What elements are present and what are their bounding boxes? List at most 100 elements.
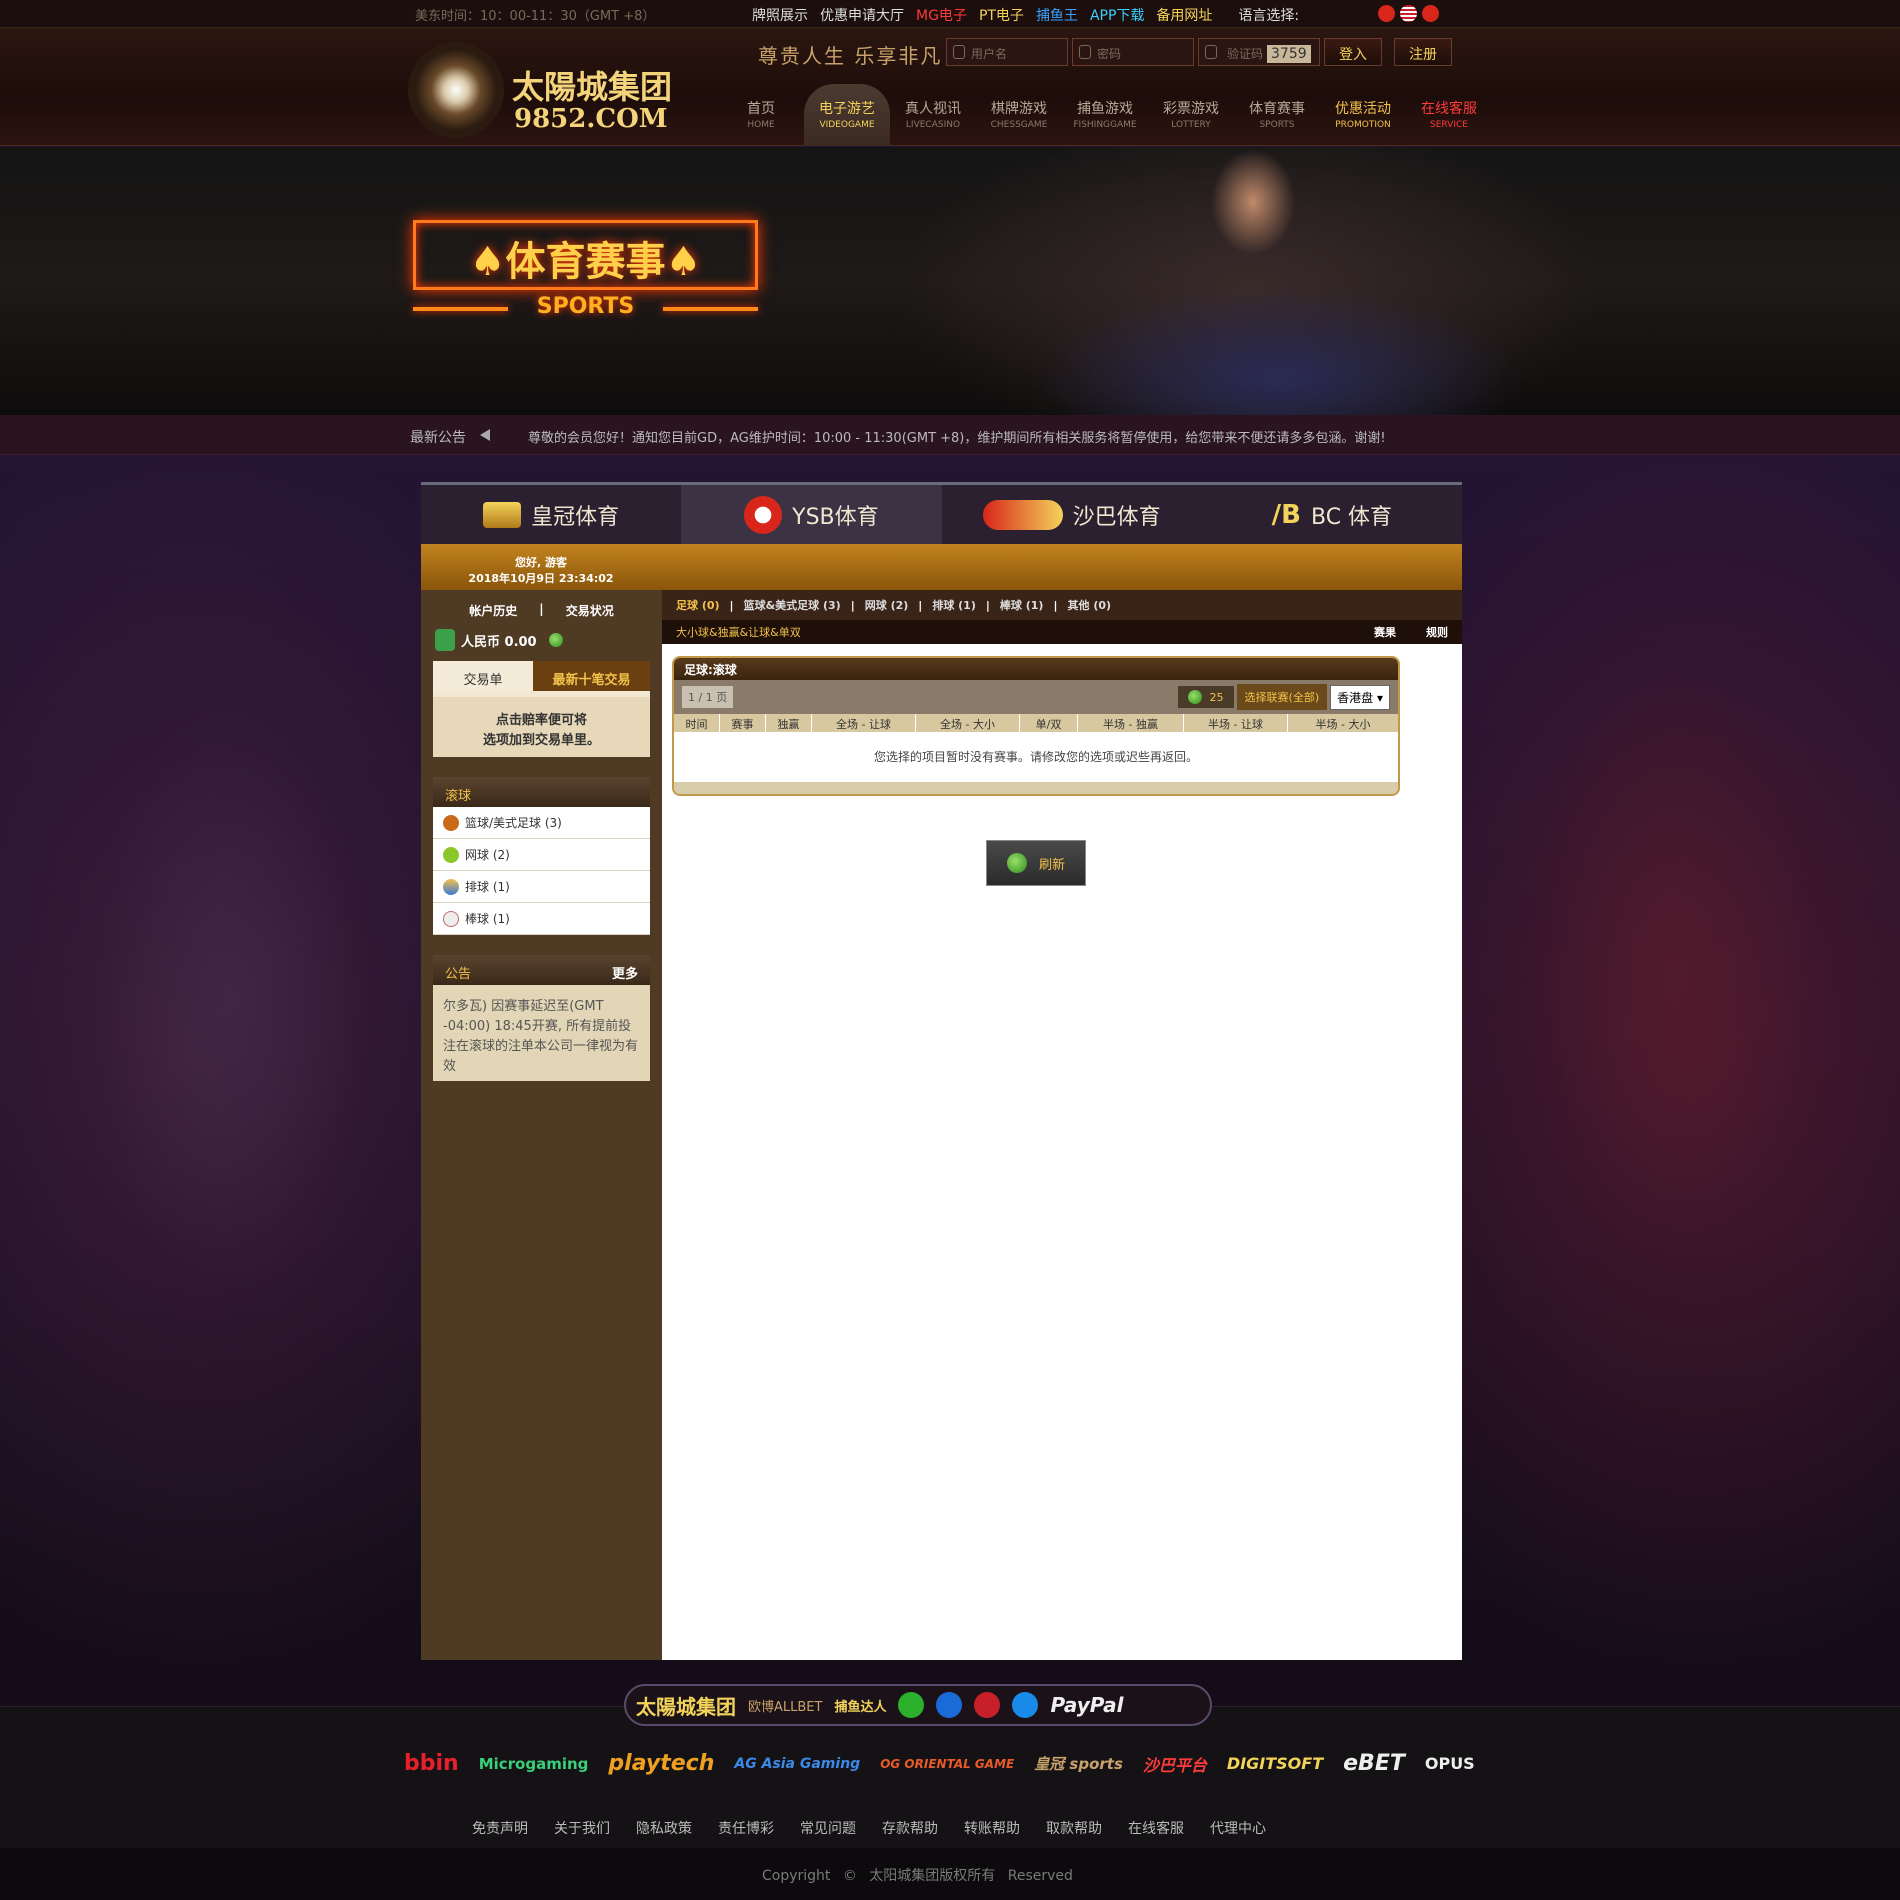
col-header: 独赢: [766, 714, 812, 732]
hint-line: 点击赔率便可将: [495, 713, 587, 728]
user-icon: [953, 45, 965, 59]
tab-crown-sports[interactable]: 皇冠体育: [421, 485, 681, 544]
footer-link-disclaimer[interactable]: 免责声明: [472, 1818, 528, 1838]
refresh-icon: [1187, 690, 1202, 704]
refresh-icon: [1006, 853, 1027, 873]
announcement-text[interactable]: 尊敬的会员您好！通知您目前GD，AG维护时间：10:00 - 11:30(GMT…: [528, 427, 1386, 446]
col-header: 半场 - 让球: [1184, 714, 1288, 732]
odds-table-box: 足球:滚球 1 / 1 页 25 选择联赛(全部) 香港盘 ▾ 时间 赛事 独赢…: [672, 656, 1400, 796]
money-icon: [435, 629, 455, 651]
announcement-label: 最新公告: [410, 430, 466, 446]
subtab-basketball[interactable]: 篮球&美式足球 (3): [744, 597, 841, 613]
footer-link-deposit[interactable]: 存款帮助: [882, 1818, 938, 1838]
greeting: 您好, 游客 2018年10月9日 23:34:02: [421, 544, 661, 590]
live-item-basketball[interactable]: 篮球/美式足球 (3): [433, 807, 650, 839]
footer-link-responsible[interactable]: 责任博彩: [718, 1818, 774, 1838]
nav-promotion[interactable]: 优惠活动 PROMOTION: [1320, 84, 1406, 146]
live-item-tennis[interactable]: 网球 (2): [433, 839, 650, 871]
tab-saba-sports[interactable]: 沙巴体育: [942, 485, 1202, 544]
nav-label: 捕鱼游戏: [1077, 101, 1133, 117]
live-item-baseball[interactable]: 棒球 (1): [433, 903, 650, 935]
nav-home[interactable]: 首页 HOME: [718, 84, 804, 146]
top-link-fishing[interactable]: 捕鱼王: [1036, 5, 1078, 25]
bet-type-bar: 大小球&独赢&让球&单双 赛果 规则: [662, 620, 1462, 644]
site-logo[interactable]: 太陽城集团 9852.COM: [408, 42, 678, 138]
footer-link-withdraw[interactable]: 取款帮助: [1046, 1818, 1102, 1838]
refresh-balance-icon[interactable]: [548, 633, 563, 647]
left-player-artwork: [0, 560, 410, 1460]
username-input[interactable]: 用户名: [946, 38, 1068, 66]
top-link-mg[interactable]: MG电子: [916, 5, 967, 25]
balance-value: 人民币 0.00: [461, 634, 537, 650]
footer-link-about[interactable]: 关于我们: [554, 1818, 610, 1838]
nav-videogame[interactable]: 电子游艺 VIDEOGAME: [804, 84, 890, 146]
login-button[interactable]: 登入: [1324, 38, 1382, 66]
nav-service[interactable]: 在线客服 SERVICE: [1406, 84, 1492, 146]
account-history-link[interactable]: 帐户历史: [469, 602, 517, 619]
pager[interactable]: 1 / 1 页: [682, 686, 734, 708]
trade-status-link[interactable]: 交易状况: [566, 602, 614, 619]
top-link-backup[interactable]: 备用网址: [1156, 5, 1212, 25]
microgaming-logo: Microgaming: [478, 1754, 589, 1773]
live-item-volleyball[interactable]: 排球 (1): [433, 871, 650, 903]
nav-sublabel: CHESSGAME: [990, 120, 1048, 130]
bet-type-label[interactable]: 大小球&独赢&让球&单双: [676, 624, 801, 640]
ebet-logo: eBET: [1343, 1751, 1405, 1776]
nav-lottery[interactable]: 彩票游戏 LOTTERY: [1148, 84, 1234, 146]
captcha-input[interactable]: 验证码 3759: [1198, 38, 1320, 66]
top-link-app[interactable]: APP下载: [1090, 5, 1144, 25]
nav-chessgame[interactable]: 棋牌游戏 CHESSGAME: [976, 84, 1062, 146]
odds-type-select[interactable]: 香港盘 ▾: [1330, 684, 1390, 710]
timer-value: 25: [1209, 690, 1224, 704]
tab-bet-slip[interactable]: 交易单: [433, 661, 533, 691]
nav-sports[interactable]: 体育赛事 SPORTS: [1234, 84, 1320, 146]
top-link-pt[interactable]: PT电子: [979, 5, 1024, 25]
tab-ysb-sports[interactable]: YSB体育: [681, 485, 942, 544]
col-header: 全场 - 让球: [812, 714, 916, 732]
nav-fishinggame[interactable]: 捕鱼游戏 FISHINGGAME: [1062, 84, 1148, 146]
news-text: 尔多瓦) 因赛事延迟至(GMT -04:00) 18:45开赛, 所有提前投注在…: [433, 985, 650, 1081]
results-link[interactable]: 赛果: [1374, 624, 1396, 640]
bet-slip-tabs: 交易单 最新十笔交易: [433, 661, 650, 691]
announcement-bar: 最新公告 尊敬的会员您好！通知您目前GD，AG维护时间：10:00 - 11:3…: [0, 415, 1900, 455]
footer-link-transfer[interactable]: 转账帮助: [964, 1818, 1020, 1838]
rules-link[interactable]: 规则: [1426, 624, 1448, 640]
league-select-button[interactable]: 选择联赛(全部): [1236, 684, 1328, 710]
copyright-bar: Copyright © 太阳城集团版权所有 Reserved: [0, 1848, 1900, 1900]
refresh-timer[interactable]: 25: [1177, 686, 1234, 708]
tab-recent-trades[interactable]: 最新十笔交易: [533, 661, 650, 691]
live-panel-header: 滚球: [433, 777, 650, 807]
captcha-code[interactable]: 3759: [1267, 45, 1311, 63]
nav-label: 首页: [747, 101, 775, 117]
slogan: 尊贵人生 乐享非凡: [758, 44, 943, 68]
col-header: 单/双: [1020, 714, 1078, 732]
flag-cn-icon[interactable]: [1378, 5, 1395, 22]
subtab-volleyball[interactable]: 排球 (1): [932, 597, 976, 613]
subtab-other[interactable]: 其他 (0): [1067, 597, 1111, 613]
password-input[interactable]: 密码: [1072, 38, 1194, 66]
flag-us-icon[interactable]: [1400, 5, 1417, 22]
footer-link-agent[interactable]: 代理中心: [1210, 1818, 1266, 1838]
subtab-tennis[interactable]: 网球 (2): [865, 597, 909, 613]
main-odds-area: 足球 (0) | 篮球&美式足球 (3) | 网球 (2) | 排球 (1) | 棒球 …: [662, 590, 1462, 886]
subtab-football[interactable]: 足球 (0): [676, 597, 720, 613]
account-separator: |: [539, 602, 544, 616]
nav-livecasino[interactable]: 真人视讯 LIVECASINO: [890, 84, 976, 146]
register-button[interactable]: 注册: [1394, 38, 1452, 66]
right-player-artwork: [1480, 520, 1900, 1420]
server-time: 美东时间：10：00-11：30（GMT +8）: [415, 9, 656, 24]
top-link-license[interactable]: 牌照展示: [752, 5, 808, 25]
refresh-button[interactable]: 刷新: [986, 840, 1086, 886]
footer-link-faq[interactable]: 常见问题: [800, 1818, 856, 1838]
nav-sublabel: LOTTERY: [1171, 120, 1211, 130]
top-link-promo-hall[interactable]: 优惠申请大厅: [820, 5, 904, 25]
tab-bc-sports[interactable]: /B BC 体育: [1202, 485, 1462, 544]
footer-link-support[interactable]: 在线客服: [1128, 1818, 1184, 1838]
footer-link-privacy[interactable]: 隐私政策: [636, 1818, 692, 1838]
tab-label: 皇冠体育: [531, 504, 620, 530]
greeting-datetime: 2018年10月9日 23:34:02: [468, 572, 614, 585]
flag-hk-icon[interactable]: [1422, 5, 1439, 22]
dropdown-arrow-icon: ▾: [1376, 690, 1383, 705]
news-more-link[interactable]: 更多: [612, 963, 638, 982]
subtab-baseball[interactable]: 棒球 (1): [1000, 597, 1044, 613]
